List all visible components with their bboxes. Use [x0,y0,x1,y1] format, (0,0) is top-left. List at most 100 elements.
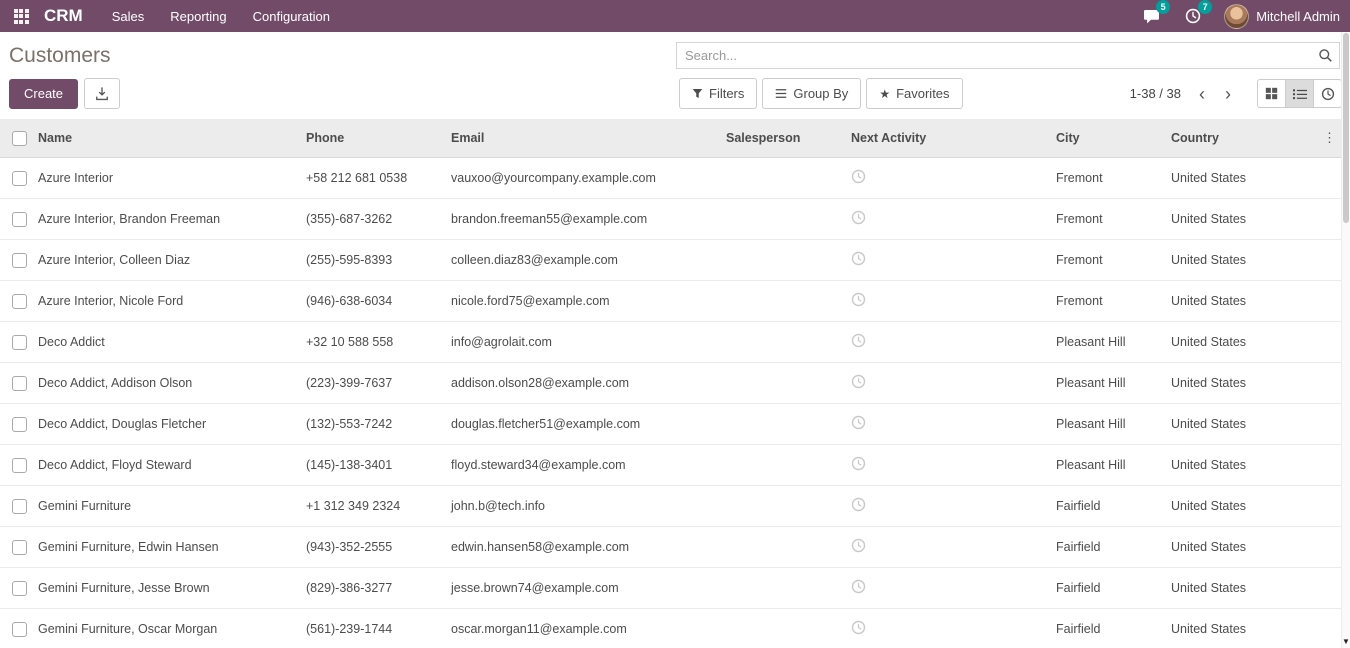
table-row[interactable]: Azure Interior, Colleen Diaz(255)-595-83… [0,240,1350,281]
search-input[interactable] [676,42,1340,69]
row-checkbox[interactable] [12,294,27,309]
activities-button[interactable]: 7 [1182,6,1204,26]
next-activity-clock-icon[interactable] [851,292,866,307]
group-by-button[interactable]: Group By [762,78,861,109]
row-checkbox[interactable] [12,212,27,227]
user-menu[interactable]: Mitchell Admin [1224,4,1340,29]
next-activity-clock-icon[interactable] [851,251,866,266]
row-checkbox[interactable] [12,417,27,432]
export-button[interactable] [84,78,120,109]
pager-next-button[interactable]: › [1215,81,1241,107]
table-row[interactable]: Gemini Furniture, Jesse Brown(829)-386-3… [0,568,1350,609]
column-header-city[interactable]: City [1048,119,1163,158]
row-select-cell [0,199,30,240]
menu-reporting[interactable]: Reporting [157,0,239,32]
activity-view-button[interactable] [1313,79,1342,108]
scrollbar-thumb[interactable] [1343,33,1349,223]
row-checkbox[interactable] [12,171,27,186]
row-filler [1268,322,1350,363]
next-activity-clock-icon[interactable] [851,333,866,348]
column-header-salesperson[interactable]: Salesperson [718,119,843,158]
apps-menu-button[interactable] [8,3,34,29]
next-activity-clock-icon[interactable] [851,538,866,553]
next-activity-clock-icon[interactable] [851,456,866,471]
table-row[interactable]: Gemini Furniture+1 312 349 2324john.b@te… [0,486,1350,527]
next-activity-clock-icon[interactable] [851,374,866,389]
pager-previous-button[interactable]: ‹ [1189,81,1215,107]
app-brand[interactable]: CRM [44,6,83,26]
row-checkbox[interactable] [12,335,27,350]
vertical-scrollbar[interactable]: ▼ [1341,32,1350,648]
column-header-next-activity[interactable]: Next Activity [843,119,1048,158]
column-header-phone[interactable]: Phone [298,119,443,158]
customers-list: Name Phone Email Salesperson Next Activi… [0,119,1350,648]
column-header-name[interactable]: Name [30,119,298,158]
table-row[interactable]: Azure Interior, Brandon Freeman(355)-687… [0,199,1350,240]
scrollbar-down-arrow[interactable]: ▼ [1342,637,1350,647]
menu-sales[interactable]: Sales [99,0,158,32]
row-checkbox[interactable] [12,622,27,637]
row-email: edwin.hansen58@example.com [443,527,718,568]
row-checkbox[interactable] [12,458,27,473]
search-icon[interactable] [1318,48,1333,63]
table-row[interactable]: Deco Addict, Douglas Fletcher(132)-553-7… [0,404,1350,445]
row-select-cell [0,158,30,199]
create-button[interactable]: Create [9,79,78,109]
next-activity-clock-icon[interactable] [851,210,866,225]
table-row[interactable]: Deco Addict+32 10 588 558info@agrolait.c… [0,322,1350,363]
export-icon [95,87,109,101]
row-email: info@agrolait.com [443,322,718,363]
row-email: addison.olson28@example.com [443,363,718,404]
messages-button[interactable]: 5 [1140,6,1162,26]
control-panel-top: Customers [0,32,1350,78]
row-next-activity [843,445,1048,486]
table-row[interactable]: Deco Addict, Floyd Steward(145)-138-3401… [0,445,1350,486]
table-row[interactable]: Gemini Furniture, Edwin Hansen(943)-352-… [0,527,1350,568]
row-country: United States [1163,281,1268,322]
next-activity-clock-icon[interactable] [851,497,866,512]
row-country: United States [1163,158,1268,199]
next-activity-clock-icon[interactable] [851,415,866,430]
row-city: Pleasant Hill [1048,322,1163,363]
apps-grid-icon [14,9,29,24]
next-activity-clock-icon[interactable] [851,579,866,594]
table-row[interactable]: Gemini Furniture, Oscar Morgan(561)-239-… [0,609,1350,648]
row-checkbox[interactable] [12,540,27,555]
menu-configuration[interactable]: Configuration [240,0,343,32]
table-row[interactable]: Deco Addict, Addison Olson(223)-399-7637… [0,363,1350,404]
column-header-email[interactable]: Email [443,119,718,158]
optional-columns-icon[interactable]: ⋮ [1317,130,1342,145]
row-country: United States [1163,363,1268,404]
next-activity-clock-icon[interactable] [851,169,866,184]
next-activity-clock-icon[interactable] [851,620,866,635]
row-city: Fairfield [1048,568,1163,609]
table-row[interactable]: Azure Interior, Nicole Ford(946)-638-603… [0,281,1350,322]
row-checkbox[interactable] [12,581,27,596]
row-checkbox[interactable] [12,253,27,268]
row-checkbox[interactable] [12,499,27,514]
table-row[interactable]: Azure Interior+58 212 681 0538vauxoo@you… [0,158,1350,199]
list-view-button[interactable] [1285,79,1314,108]
row-select-cell [0,486,30,527]
activity-view-icon [1321,87,1335,101]
row-city: Fremont [1048,199,1163,240]
row-email: oscar.morgan11@example.com [443,609,718,648]
row-email: jesse.brown74@example.com [443,568,718,609]
activities-badge: 7 [1198,0,1212,14]
row-checkbox[interactable] [12,376,27,391]
row-salesperson [718,158,843,199]
select-all-checkbox[interactable] [12,131,27,146]
row-city: Fremont [1048,240,1163,281]
row-country: United States [1163,322,1268,363]
kanban-view-icon [1265,87,1278,100]
filters-button[interactable]: Filters [679,78,757,109]
column-header-country[interactable]: Country [1163,119,1268,158]
row-name: Deco Addict, Douglas Fletcher [30,404,298,445]
row-phone: (132)-553-7242 [298,404,443,445]
table-header-row: Name Phone Email Salesperson Next Activi… [0,119,1350,158]
kanban-view-button[interactable] [1257,79,1286,108]
row-select-cell [0,363,30,404]
favorites-button[interactable]: ★ Favorites [866,78,962,109]
row-select-cell [0,609,30,648]
row-phone: (355)-687-3262 [298,199,443,240]
